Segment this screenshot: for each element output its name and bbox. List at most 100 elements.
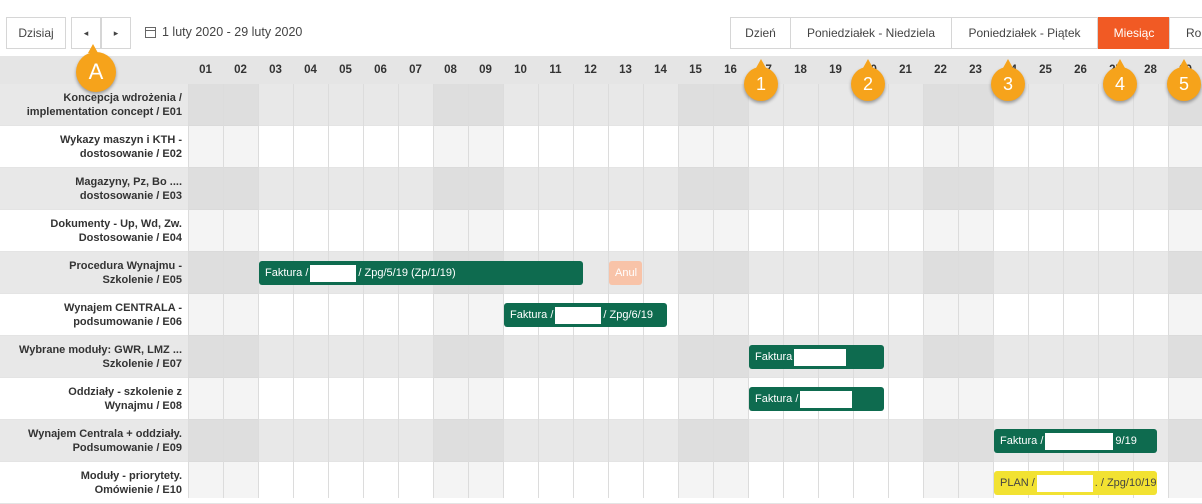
- calendar-event[interactable]: Anul: [609, 261, 642, 285]
- row-label: Moduły - priorytety. Omówienie / E10: [0, 462, 188, 503]
- weekend-column: [713, 84, 748, 498]
- event-label: Faktura /: [1000, 435, 1044, 447]
- day-header: 04: [304, 64, 317, 76]
- event-label-suffix: / Zpg/5/19 (Zp/1/19): [358, 267, 456, 279]
- day-header: 07: [409, 64, 422, 76]
- annotation-marker: 5: [1167, 59, 1201, 101]
- resource-row: Wykazy maszyn i KTH - dostosowanie / E02: [0, 126, 1202, 168]
- view-workweek-button[interactable]: Poniedziałek - Piątek: [951, 17, 1098, 49]
- day-header: 22: [934, 64, 947, 76]
- row-label: Procedura Wynajmu - Szkolenie / E05: [0, 252, 188, 293]
- day-header: 11: [549, 64, 562, 76]
- date-range-label: 1 luty 2020 - 29 luty 2020: [162, 25, 303, 39]
- next-button[interactable]: ▸: [101, 17, 131, 49]
- weekend-column: [678, 84, 713, 498]
- day-header: 09: [479, 64, 492, 76]
- calendar-toolbar: Dzisiaj ◂ ▸ 1 luty 2020 - 29 luty 2020 D…: [0, 14, 1202, 49]
- event-label-suffix: 9/19: [1115, 435, 1137, 447]
- annotation-marker: A: [76, 44, 116, 92]
- view-week-button[interactable]: Poniedziałek - Niedziela: [790, 17, 952, 49]
- weekend-column: [1168, 84, 1202, 498]
- row-label: Wybrane moduły: GWR, LMZ ... Szkolenie / …: [0, 336, 188, 377]
- grid-line: [328, 84, 329, 498]
- annotation-marker: 4: [1103, 59, 1137, 101]
- grid-line: [958, 84, 959, 498]
- calendar-event[interactable]: Faktura: [749, 345, 884, 369]
- calendar-event[interactable]: Faktura / 9/19: [994, 429, 1157, 453]
- row-label-line1: Wykazy maszyn i KTH -: [59, 133, 182, 146]
- row-label-line2: implementation concept / E01: [26, 105, 182, 118]
- row-label-line1: Procedura Wynajmu -: [69, 259, 182, 272]
- redacted-block: [794, 348, 847, 366]
- row-label-line1: Magazyny, Pz, Bo ....: [75, 175, 182, 188]
- day-header: 10: [514, 64, 527, 76]
- event-label: Faktura /: [510, 309, 554, 321]
- view-month-button[interactable]: Miesiąc: [1098, 17, 1170, 49]
- day-header: 25: [1039, 64, 1052, 76]
- grid-line: [713, 84, 714, 498]
- row-label-line1: Dokumenty - Up, Wd, Zw.: [50, 217, 182, 230]
- redacted-block: [800, 390, 853, 408]
- row-label-line2: Dostosowanie / E04: [78, 231, 182, 244]
- date-range: 1 luty 2020 - 29 luty 2020: [145, 25, 302, 39]
- redacted-block: [310, 264, 357, 282]
- weekend-column: [923, 84, 958, 498]
- day-header: 28: [1144, 64, 1157, 76]
- weekend-column: [223, 84, 258, 498]
- annotation-marker: 1: [744, 59, 778, 101]
- day-header: 12: [584, 64, 597, 76]
- resource-row: Dokumenty - Up, Wd, Zw. Dostosowanie / E0…: [0, 210, 1202, 252]
- calendar-event[interactable]: PLAN / . / Zpg/10/19: [994, 471, 1157, 495]
- calendar-event[interactable]: Faktura / / Zpg/5/19 (Zp/1/19): [259, 261, 583, 285]
- annotation-marker: 3: [991, 59, 1025, 101]
- redacted-block: [1036, 474, 1093, 492]
- resource-row: Wybrane moduły: GWR, LMZ ... Szkolenie / …: [0, 336, 1202, 378]
- calendar-event[interactable]: Faktura /: [749, 387, 884, 411]
- redacted-block: [555, 306, 602, 324]
- grid-line: [608, 84, 609, 498]
- row-label: Wynajem Centrala + oddziały. Podsumowanie…: [0, 420, 188, 461]
- resource-row: Magazyny, Pz, Bo .... dostosowanie / E03: [0, 168, 1202, 210]
- month-timeline-grid: 0102030405060708091011121314151617181920…: [0, 56, 1202, 504]
- row-label-line1: Oddziały - szkolenie z: [68, 385, 182, 398]
- row-label-line2: Szkolenie / E07: [102, 357, 182, 370]
- row-label-line2: dostosowanie / E03: [79, 189, 182, 202]
- grid-line: [363, 84, 364, 498]
- weekend-column: [433, 84, 468, 498]
- resource-row: Oddziały - szkolenie z Wynajmu / E08: [0, 378, 1202, 420]
- event-label: Anul: [615, 267, 638, 279]
- grid-line: [538, 84, 539, 498]
- day-header: 05: [339, 64, 352, 76]
- row-label: Wykazy maszyn i KTH - dostosowanie / E02: [0, 126, 188, 167]
- day-header: 02: [234, 64, 247, 76]
- row-label: Magazyny, Pz, Bo .... dostosowanie / E03: [0, 168, 188, 209]
- event-label: PLAN /: [1000, 477, 1035, 489]
- grid-line: [643, 84, 644, 498]
- row-label-line2: podsumowanie / E06: [73, 315, 182, 328]
- event-label-suffix: / Zpg/6/19: [603, 309, 653, 321]
- row-label-line1: Wybrane moduły: GWR, LMZ ...: [19, 343, 182, 356]
- view-day-button[interactable]: Dzień: [730, 17, 791, 49]
- grid-line: [503, 84, 504, 498]
- row-label-line2: Szkolenie / E05: [102, 273, 182, 286]
- today-button[interactable]: Dzisiaj: [6, 17, 66, 49]
- grid-line: [678, 84, 679, 498]
- resource-row: Procedura Wynajmu - Szkolenie / E05: [0, 252, 1202, 294]
- event-label: Faktura /: [755, 393, 799, 405]
- row-label-line2: dostosowanie / E02: [79, 147, 182, 160]
- grid-line: [258, 84, 259, 498]
- grid-line: [1168, 84, 1169, 498]
- view-year-button[interactable]: Ro: [1169, 17, 1202, 49]
- row-label-line2: Wynajmu / E08: [104, 399, 182, 412]
- day-header: 08: [444, 64, 457, 76]
- row-label-line1: Moduły - priorytety.: [80, 469, 182, 482]
- grid-line: [293, 84, 294, 498]
- grid-line: [188, 84, 189, 498]
- day-header: 14: [654, 64, 667, 76]
- grid-line: [573, 84, 574, 498]
- day-header: 26: [1074, 64, 1087, 76]
- day-header: 06: [374, 64, 387, 76]
- event-label: Faktura /: [265, 267, 309, 279]
- calendar-event[interactable]: Faktura / / Zpg/6/19: [504, 303, 667, 327]
- row-label-line1: Wynajem Centrala + oddziały.: [28, 427, 182, 440]
